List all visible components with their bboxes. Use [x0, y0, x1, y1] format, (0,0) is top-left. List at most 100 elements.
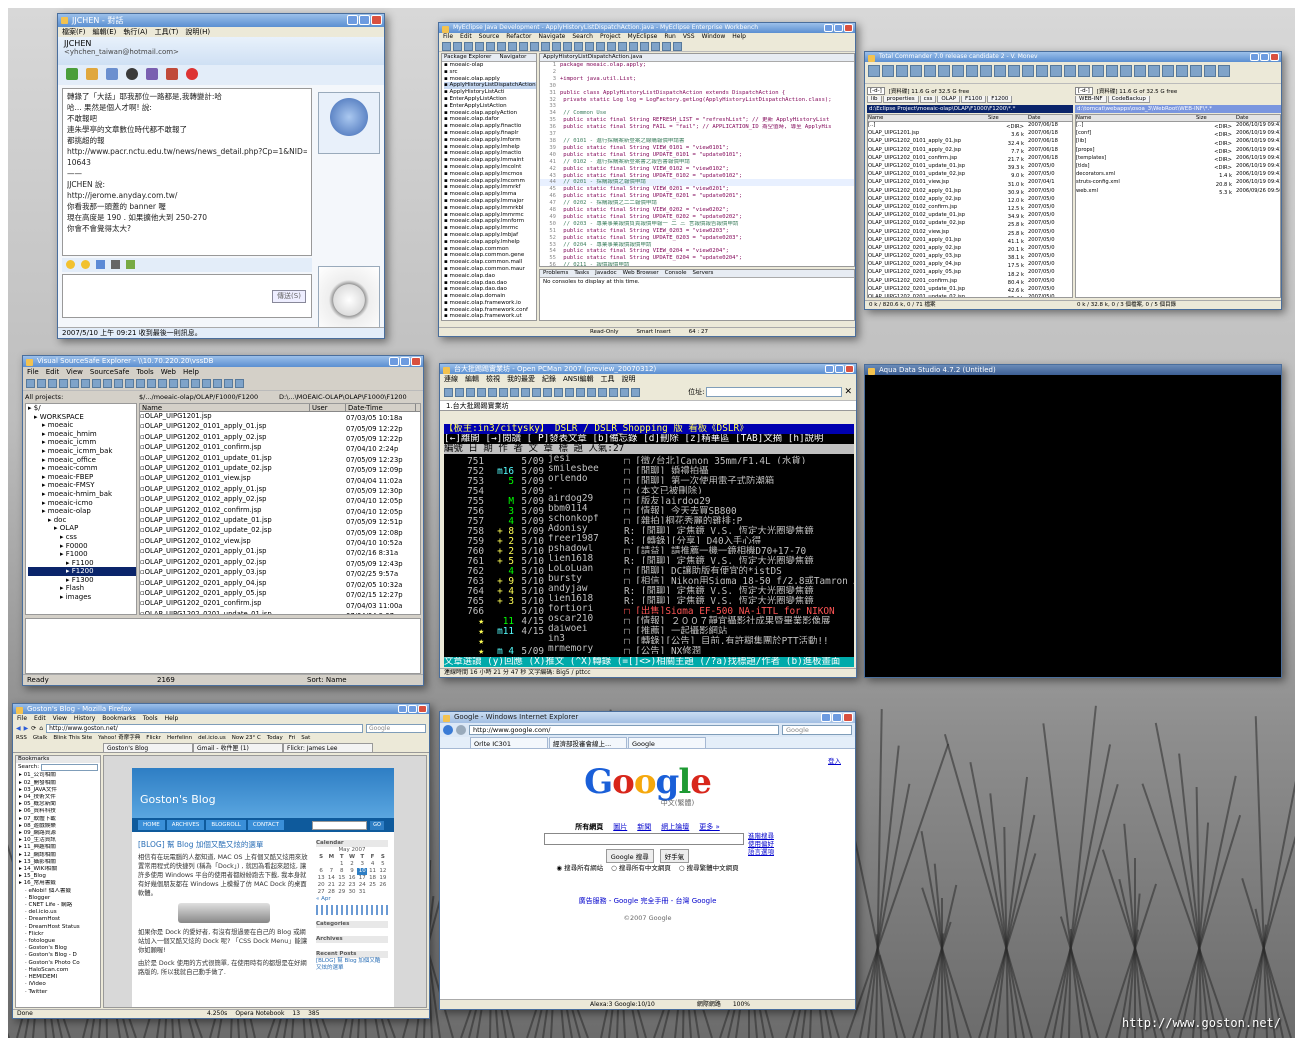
tree-item[interactable]: ▪ moeaic.olap.apply.lmrmc — [444, 225, 536, 232]
calendar-date[interactable]: 3 — [357, 861, 367, 868]
toolbar-icon[interactable] — [543, 387, 552, 397]
tree-item[interactable]: ▪ moeaic.olap.domain — [444, 293, 536, 300]
bookmark-item[interactable]: · iVideo — [19, 981, 100, 988]
toolbar-icon[interactable] — [587, 387, 596, 397]
browser-tab[interactable]: Goston's Blog — [103, 743, 193, 752]
toolbar-icon[interactable] — [1218, 65, 1230, 77]
bookmark-folder[interactable]: ▸ 02_開發相關 — [19, 780, 100, 787]
tree-item[interactable]: ▪ moeaic.olap.common — [444, 246, 536, 253]
code-editor[interactable]: ApplyHistoryListDispatchAction.java 1 pac… — [539, 53, 855, 267]
project-node[interactable]: ▸ OLAP — [28, 524, 136, 533]
tree-item[interactable]: ▪ moeaic.olap.apply.lmmrkbl — [444, 205, 536, 212]
google-nav-link[interactable]: 更多 » — [699, 823, 720, 831]
calendar-date[interactable]: 21 — [326, 882, 336, 889]
firefox-window[interactable]: Goston's Blog - Mozilla Firefox File Edit… — [12, 703, 430, 1019]
folder-tab[interactable]: WEB-INF — [1075, 96, 1107, 103]
menu-item[interactable]: View — [53, 715, 67, 722]
bookmark-item[interactable]: · HaloScan.com — [19, 967, 100, 974]
bookmark-item[interactable]: · Blogger — [19, 895, 100, 902]
bbs-terminal[interactable]: 【板主:in3/citysky】 DSLR / DSLR_Shopping 版 … — [444, 424, 854, 667]
feeling-lucky-button[interactable]: 好手氣 — [659, 849, 690, 863]
toolbar-icon[interactable] — [882, 65, 894, 77]
calendar-date[interactable]: 28 — [326, 889, 336, 896]
toolbar-icon[interactable] — [477, 387, 486, 397]
file-row[interactable]: OLAP_UIPG1202_0102_confirm.jsp 12.5 k 2007… — [868, 204, 1072, 212]
menu-item[interactable]: History — [74, 715, 95, 722]
toolbar-icon[interactable] — [147, 379, 156, 388]
bookmark-folder[interactable]: ▸ 05_概念新聞 — [19, 801, 100, 808]
console-tab[interactable]: Console — [665, 270, 687, 276]
bookmark-item[interactable]: · Twitter — [19, 989, 100, 996]
toolbar-icon[interactable] — [896, 65, 908, 77]
close-icon[interactable] — [411, 357, 421, 366]
menu-item[interactable]: 檔案(F) — [62, 28, 86, 36]
toolbar-icon[interactable] — [453, 42, 462, 51]
bookmark-folder[interactable]: ▸ 08_遊戲娛樂 — [19, 823, 100, 830]
project-node[interactable]: ▸ $/ — [28, 404, 136, 413]
menu-item[interactable]: Help — [732, 33, 746, 40]
menu-item[interactable]: File — [27, 368, 39, 376]
ie-titlebar[interactable]: Google - Windows Internet Explorer — [440, 712, 855, 723]
project-node[interactable]: ▸ moeaic_icmm — [28, 438, 136, 447]
close-icon[interactable] — [843, 713, 853, 722]
project-node[interactable]: ▸ moeaic-FMSY — [28, 481, 136, 490]
browser-tab[interactable]: 經濟部投審會線上... — [549, 737, 627, 748]
recent-post-link-cont[interactable]: 又炫的選單 — [316, 965, 388, 972]
bookmark-item[interactable]: · Flickr — [19, 931, 100, 938]
file-row[interactable]: ▫OLAP_UIPG1202_0201_apply_05.jsp 07/02/15… — [140, 589, 420, 599]
folder-tab[interactable]: css — [919, 96, 937, 103]
project-node[interactable]: ▸ moeaic-comm — [28, 464, 136, 473]
toolbar-icon[interactable] — [1078, 65, 1090, 77]
folder-tab[interactable]: lib — [867, 96, 882, 103]
menu-item[interactable]: 說明(H) — [185, 28, 210, 36]
tree-item[interactable]: ▪ src — [444, 69, 536, 76]
bbs-post-row[interactable]: 757 4 5/09 schonkopf □ [雜拍]桐花秀麗的雞排:P — [444, 514, 854, 524]
file-row[interactable]: OLAP_UIPG1202_0201_apply_01.jsp 41.1 k 200… — [868, 237, 1072, 245]
webcam-icon[interactable] — [106, 68, 118, 80]
toolbar-icon[interactable] — [1148, 65, 1160, 77]
file-row[interactable]: ▫OLAP_UIPG1202_0201_apply_02.jsp 07/05/09… — [140, 558, 420, 568]
vss-titlebar[interactable]: Visual SourceSafe Explorer - \\10.70.220… — [23, 356, 423, 367]
tree-item[interactable]: ▪ moeaic.olap.apply.lmactio — [444, 150, 536, 157]
tree-item[interactable]: ▪ moeaic.olap.apply.lmcolnt — [444, 164, 536, 171]
toolbar-icon[interactable] — [114, 379, 123, 388]
file-row[interactable]: ▫OLAP_UIPG1202_0201_update_01.jsp 07/04/0… — [140, 610, 420, 614]
tree-item[interactable]: ▪ moeaic.olap.applyAction — [444, 110, 536, 117]
file-row[interactable]: OLAP_UIPG1202_0101_update_02.jsp 9.0 k 200… — [868, 171, 1072, 179]
tree-item[interactable]: ▪ moeaic.olap.apply.lmma — [444, 191, 536, 198]
bookmark-folder[interactable]: ▸ 13_攝影相關 — [19, 859, 100, 866]
column-label[interactable]: User — [310, 404, 346, 413]
bbs-post-row[interactable]: 752 m16 5/09 smilesbee □ [閒聊] 婚禮拍攝 — [444, 464, 854, 474]
bookmark-item[interactable]: · DreamHost — [19, 916, 100, 923]
toolbar-icon[interactable] — [640, 42, 649, 51]
toolbar-icon[interactable] — [486, 42, 495, 51]
blog-nav-link[interactable]: BLOGROLL — [206, 820, 246, 830]
google-footer-links[interactable]: 廣告服務 - Google 完全手冊 - 台灣 Google — [440, 896, 855, 906]
project-node[interactable]: ▸ doc — [28, 516, 136, 525]
calendar-date[interactable]: 23 — [347, 882, 357, 889]
close-icon[interactable] — [1270, 53, 1279, 61]
toolbar-icon[interactable] — [37, 379, 46, 388]
bookmark-folder[interactable]: ▸ 14_WIKI相關 — [19, 866, 100, 873]
bbs-post-row[interactable]: ★ in3 □ [轉錄][公告] 目前,有許糊集團於PTT活動!! — [444, 634, 854, 644]
back-icon[interactable]: ◀ — [16, 725, 21, 732]
menu-item[interactable]: 工具 — [601, 375, 615, 383]
maximize-icon[interactable] — [408, 705, 417, 713]
google-option-link[interactable]: 進階搜尋 — [748, 832, 774, 840]
radio-option[interactable]: ◉ 搜尋所有網站 — [556, 864, 603, 872]
bookmark-item[interactable]: · DreamHost Status — [19, 924, 100, 931]
tc-right-panel[interactable]: Name Size Date [..] <DIR> 2006/10/19 09:43 [co… — [1075, 114, 1281, 298]
minimize-icon[interactable] — [398, 705, 407, 713]
blog-search-input[interactable] — [312, 821, 367, 830]
ie-search-box[interactable]: Google — [782, 725, 852, 735]
console-tab[interactable]: Javadoc — [595, 270, 617, 276]
file-row[interactable]: OLAP_UIPG1202_0102_update_01.jsp 34.9 k 20… — [868, 212, 1072, 220]
google-nav-link[interactable]: 新聞 — [637, 823, 651, 831]
toolbar-icon[interactable] — [938, 65, 950, 77]
toolbar-icon[interactable] — [191, 379, 200, 388]
toolbar-icon[interactable] — [563, 42, 572, 51]
calendar-date[interactable]: 25 — [367, 882, 377, 889]
close-icon[interactable] — [844, 24, 853, 32]
close-icon[interactable] — [371, 15, 382, 25]
toolbar-icon[interactable] — [26, 379, 35, 388]
